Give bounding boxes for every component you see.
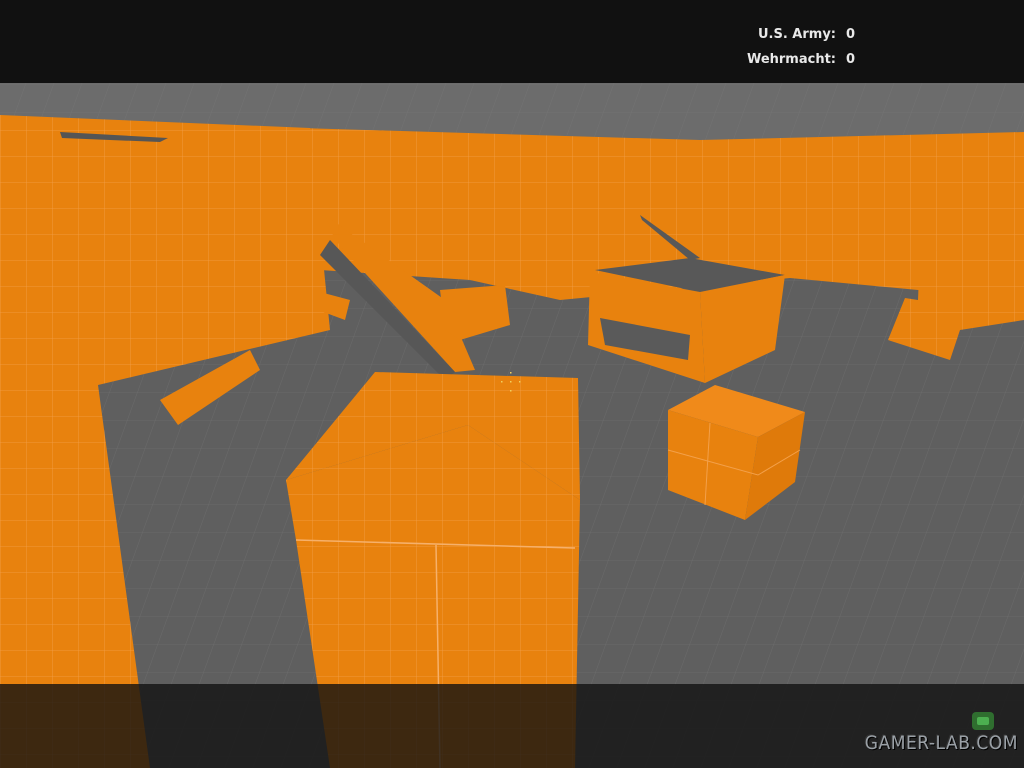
watermark: GAMER-LAB.COM <box>864 732 1018 754</box>
team-scoreboard: U.S. Army: 0 Wehrmacht: 0 <box>747 22 856 72</box>
score-row-wehrmacht: Wehrmacht: 0 <box>747 47 856 72</box>
score-row-us-army: U.S. Army: 0 <box>747 22 856 47</box>
gamer-lab-logo-icon <box>972 712 994 730</box>
top-letterbox: U.S. Army: 0 Wehrmacht: 0 <box>0 0 1024 83</box>
team-name: U.S. Army: <box>757 27 836 42</box>
team-name: Wehrmacht: <box>746 52 836 67</box>
bottom-letterbox <box>0 684 1024 768</box>
team-score: 0 <box>846 27 856 42</box>
crosshair-icon <box>501 372 521 392</box>
team-score: 0 <box>846 52 856 67</box>
game-viewport[interactable]: U.S. Army: 0 Wehrmacht: 0 GAMER-LAB.COM <box>0 0 1024 768</box>
